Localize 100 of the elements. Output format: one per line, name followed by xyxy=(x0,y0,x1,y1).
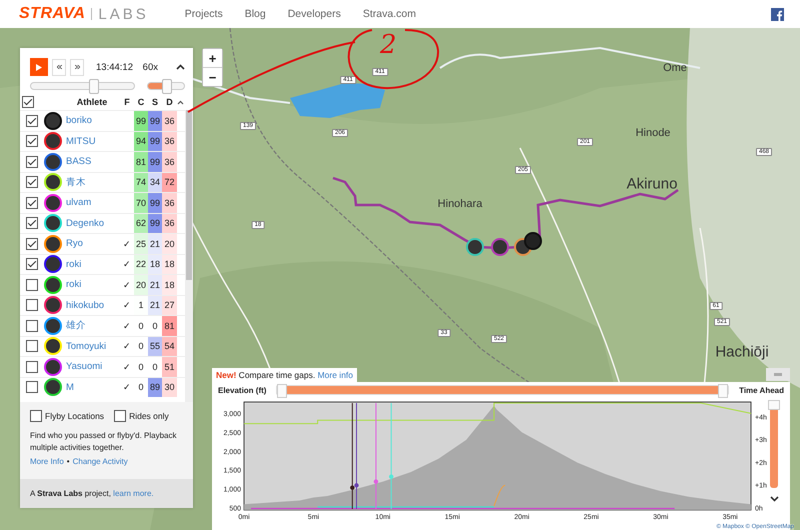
checkbox[interactable] xyxy=(26,196,38,209)
flyby-mark: ✓ xyxy=(122,340,132,354)
more-info-link[interactable]: More info xyxy=(318,370,354,380)
place-label: Hachiōji xyxy=(715,344,769,360)
checkbox[interactable] xyxy=(26,238,38,250)
rewind-button[interactable] xyxy=(52,58,66,76)
athlete-name[interactable]: hikokubo xyxy=(64,296,120,315)
table-cell-text: 0 xyxy=(137,340,144,354)
nav-link[interactable]: Developers xyxy=(288,8,341,20)
checkbox[interactable] xyxy=(114,410,126,422)
option-label[interactable]: Rides only xyxy=(129,411,169,421)
table-cell: 72 xyxy=(162,172,177,192)
learn-more-link[interactable]: learn more. xyxy=(113,489,154,498)
athlete-marker[interactable] xyxy=(524,232,542,250)
option-label[interactable]: Flyby Locations xyxy=(45,411,104,421)
forward-button[interactable] xyxy=(70,58,84,76)
time-slider-thumb[interactable] xyxy=(88,79,99,94)
zoom-in-button[interactable]: + xyxy=(203,49,222,67)
athlete-name[interactable]: BASS xyxy=(64,152,120,172)
column-header[interactable]: F xyxy=(120,97,134,107)
checkbox[interactable] xyxy=(26,381,38,394)
nav-link[interactable]: Strava.com xyxy=(362,8,416,20)
table-cell: 99 xyxy=(148,193,162,212)
range-slider[interactable] xyxy=(276,385,730,395)
link-separator: • xyxy=(66,457,70,466)
checkbox[interactable] xyxy=(30,410,42,422)
table-cell: 30 xyxy=(162,378,177,397)
table-cell: 36 xyxy=(162,111,177,130)
column-header[interactable]: C xyxy=(134,97,148,107)
checkbox[interactable] xyxy=(26,135,38,148)
table-cell: 21 xyxy=(148,296,162,315)
play-button[interactable] xyxy=(30,58,48,76)
nav-link[interactable]: Projects xyxy=(184,8,223,20)
place-label: Akiruno xyxy=(626,176,678,192)
zoom-out-button[interactable]: − xyxy=(203,68,222,86)
athlete-name[interactable]: roki xyxy=(64,275,120,294)
table-cell: 62 xyxy=(134,214,148,233)
playback-speed: 60x xyxy=(142,62,158,72)
athlete-name[interactable]: M xyxy=(64,378,120,397)
column-header[interactable]: D xyxy=(162,97,177,107)
table-cell: 70 xyxy=(134,193,148,212)
table-cell-text: 0 xyxy=(151,360,158,374)
nav-link[interactable]: Blog xyxy=(244,8,266,20)
athlete-name[interactable]: Degenko xyxy=(64,214,120,233)
checkbox[interactable] xyxy=(26,217,38,230)
rewind-icon xyxy=(56,64,62,68)
athlete-name[interactable]: MITSU xyxy=(64,132,120,151)
table-cell: 99 xyxy=(148,214,162,233)
chevron-down-icon[interactable] xyxy=(770,496,779,502)
playback-time: 13:44:12 xyxy=(96,62,134,72)
table-cell: 36 xyxy=(162,193,177,212)
athlete-name[interactable]: ulvam xyxy=(64,193,120,212)
flyby-mark: ✓ xyxy=(122,320,132,333)
flyby-mark: ✓ xyxy=(122,381,132,394)
athlete-marker[interactable] xyxy=(491,238,509,256)
checkbox[interactable] xyxy=(22,96,34,108)
description-text: Find who you passed or flyby'd. Playback multiple activities together. xyxy=(30,430,178,454)
table-cell: 99 xyxy=(148,111,162,130)
social-icon[interactable] xyxy=(771,8,784,20)
time-ahead-label: Time Ahead xyxy=(739,386,784,394)
athlete-name[interactable]: Yasuomi xyxy=(64,357,120,376)
table-cell-text: 0 xyxy=(137,360,144,374)
table-cell: 25 xyxy=(134,234,148,254)
athlete-name[interactable]: roki xyxy=(64,254,120,274)
checkbox[interactable] xyxy=(26,340,38,352)
table-cell: 18 xyxy=(162,275,177,294)
caret-up-icon[interactable] xyxy=(177,100,184,104)
checkbox[interactable] xyxy=(26,320,38,332)
athlete-name[interactable]: 青木 xyxy=(64,172,120,192)
change-activity-link[interactable]: Change Activity xyxy=(72,457,128,466)
logo-wordmark[interactable]: STRAVA xyxy=(19,5,86,23)
table-cell: 21 xyxy=(148,234,162,254)
checkbox[interactable] xyxy=(26,114,38,127)
column-header[interactable]: S xyxy=(148,97,162,107)
checkbox[interactable] xyxy=(26,156,38,168)
table-cell: 89 xyxy=(148,378,162,397)
athlete-marker[interactable] xyxy=(466,238,484,256)
forward-icon xyxy=(74,64,80,68)
table-cell: 18 xyxy=(148,254,162,274)
table-cell: 99 xyxy=(134,111,148,130)
caret-up-icon[interactable] xyxy=(176,64,185,70)
athlete-name[interactable]: boriko xyxy=(64,111,120,130)
flyby-mark: ✓ xyxy=(122,299,132,312)
checkbox[interactable] xyxy=(26,360,38,373)
column-header[interactable]: Athlete xyxy=(64,97,120,107)
speed-slider-thumb[interactable] xyxy=(162,79,172,94)
checkbox[interactable] xyxy=(26,258,38,270)
checkbox[interactable] xyxy=(26,278,38,291)
flyby-mark: ✓ xyxy=(122,238,132,251)
flyby-mark: ✓ xyxy=(122,258,132,272)
more-info-link[interactable]: More Info xyxy=(30,457,64,466)
table-cell: 54 xyxy=(162,336,177,356)
checkbox[interactable] xyxy=(26,299,38,312)
scrollbar[interactable] xyxy=(185,110,193,402)
table-cell: 36 xyxy=(162,152,177,172)
place-label: Hinohara xyxy=(438,198,482,210)
athlete-name[interactable]: 雄介 xyxy=(64,316,120,336)
athlete-name[interactable]: Tomoyuki xyxy=(64,336,120,356)
checkbox[interactable] xyxy=(26,176,38,188)
athlete-name[interactable]: Ryo xyxy=(64,234,120,254)
